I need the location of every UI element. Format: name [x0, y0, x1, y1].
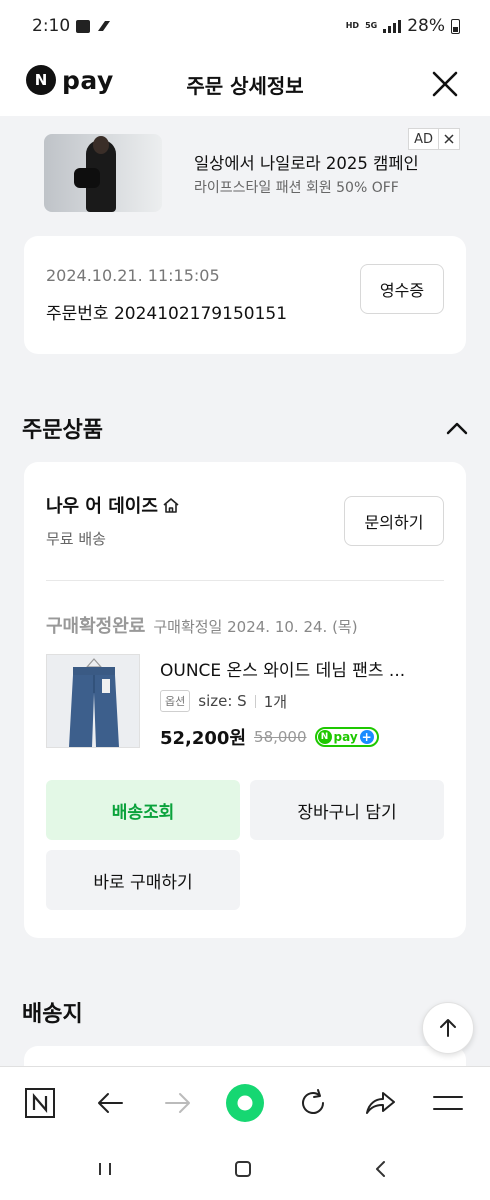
forward-button[interactable] [158, 1083, 198, 1123]
naver-logo-mark: N [26, 65, 56, 95]
arrow-up-icon [440, 1019, 456, 1037]
share-icon [366, 1092, 395, 1114]
npay-plus-badge: N pay + [314, 727, 379, 747]
jeans-image [47, 655, 139, 747]
status-bar: 2:10 HD 5G 28% [0, 0, 490, 52]
ad-subtitle: 라이프스타일 패션 회원 50% OFF [194, 180, 399, 196]
status-date: 구매확정일 2024. 10. 24. (목) [153, 618, 358, 636]
system-nav-bar [0, 1138, 490, 1200]
option-size: size: S [198, 692, 247, 710]
ad-badge: AD [408, 128, 460, 150]
naver-home-icon [25, 1088, 55, 1118]
store-home-icon [163, 498, 179, 513]
order-info-card: 2024.10.21. 11:15:05 주문번호 20241021791501… [24, 236, 466, 354]
products-section-title: 주문상품 [22, 418, 103, 443]
npay-badge-text: pay [333, 730, 358, 744]
gallery-notification-icon [76, 19, 91, 33]
recents-icon [99, 1163, 111, 1175]
recents-button[interactable] [90, 1156, 120, 1182]
buy-now-button[interactable]: 바로 구매하기 [46, 850, 240, 910]
sale-price: 52,200원 [160, 728, 247, 749]
ad-image-head [93, 136, 109, 154]
system-back-button[interactable] [366, 1156, 396, 1182]
battery-icon [451, 18, 460, 34]
logo-pay-text: pay [62, 65, 114, 95]
arrow-left-icon [98, 1093, 123, 1113]
signal-icon [383, 19, 402, 33]
order-datetime: 2024.10.21. 11:15:05 [46, 266, 220, 285]
ad-label: AD [414, 131, 433, 147]
address-section-title: 배송지 [22, 1002, 83, 1027]
link-notification-icon [98, 21, 111, 31]
scroll-top-button[interactable] [422, 1002, 474, 1054]
product-thumbnail[interactable] [46, 654, 140, 748]
status-label: 구매확정완료 [46, 616, 146, 637]
status-time: 2:10 [32, 16, 71, 36]
naver-home-button[interactable] [20, 1083, 60, 1123]
divider [46, 580, 444, 581]
order-number: 주문번호 2024102179150151 [46, 304, 288, 324]
order-status: 구매확정완료 구매확정일 2024. 10. 24. (목) [46, 612, 358, 638]
ad-title: 일상에서 나일로라 2025 캠페인 [194, 154, 419, 173]
green-dot-icon [226, 1084, 264, 1122]
inquiry-button[interactable]: 문의하기 [344, 496, 444, 546]
receipt-button[interactable]: 영수증 [360, 264, 444, 314]
track-delivery-button[interactable]: 배송조회 [46, 780, 240, 840]
original-price: 58,000 [254, 728, 307, 746]
ad-banner[interactable]: 일상에서 나일로라 2025 캠페인 라이프스타일 패션 회원 50% OFF … [24, 116, 466, 216]
home-button[interactable] [228, 1156, 258, 1182]
product-options: 옵션 size: S 1개 [160, 690, 287, 712]
product-name[interactable]: OUNCE 온스 와이드 데님 팬츠 ... [160, 656, 440, 681]
plus-icon: + [359, 730, 374, 744]
hd-voice-icon: HD [345, 21, 360, 30]
refresh-button[interactable] [293, 1083, 333, 1123]
add-to-cart-button[interactable]: 장바구니 담기 [250, 780, 444, 840]
back-button[interactable] [90, 1083, 130, 1123]
ad-close-icon[interactable] [438, 129, 459, 149]
menu-button[interactable] [428, 1083, 468, 1123]
option-badge: 옵션 [160, 690, 191, 712]
chevron-up-icon[interactable] [446, 421, 468, 435]
status-left: 2:10 [32, 16, 112, 36]
seller-label: 나우 어 데이즈 [46, 496, 158, 517]
refresh-icon [302, 1089, 324, 1114]
green-dot-button[interactable] [225, 1083, 265, 1123]
shipping-info: 무료 배송 [46, 530, 106, 548]
chevron-left-icon [376, 1161, 385, 1177]
ad-image [44, 134, 162, 212]
ad-image-bag [74, 168, 100, 188]
browser-toolbar [0, 1066, 490, 1138]
5g-icon: 5G [365, 21, 378, 30]
share-button[interactable] [360, 1083, 400, 1123]
npay-n-icon: N [317, 730, 332, 744]
price-row: 52,200원 58,000 N pay + [160, 724, 379, 750]
product-card: 나우 어 데이즈 무료 배송 문의하기 구매확정완료 구매확정일 2024. 1… [24, 462, 466, 938]
page-title: 주문 상세정보 [186, 73, 304, 98]
address-card [24, 1046, 466, 1066]
option-quantity: 1개 [263, 692, 288, 711]
arrow-right-icon [165, 1093, 190, 1113]
page-content[interactable]: 일상에서 나일로라 2025 캠페인 라이프스타일 패션 회원 50% OFF … [0, 116, 490, 1066]
status-right: HD 5G 28% [346, 16, 460, 36]
seller-name[interactable]: 나우 어 데이즈 [46, 492, 180, 518]
npay-logo[interactable]: N pay [26, 65, 114, 95]
battery-percent: 28% [407, 16, 445, 36]
home-icon [235, 1161, 251, 1177]
option-separator [254, 694, 256, 708]
app-header: N pay 주문 상세정보 [0, 52, 490, 116]
menu-icon [433, 1096, 463, 1110]
close-icon[interactable] [430, 69, 460, 99]
